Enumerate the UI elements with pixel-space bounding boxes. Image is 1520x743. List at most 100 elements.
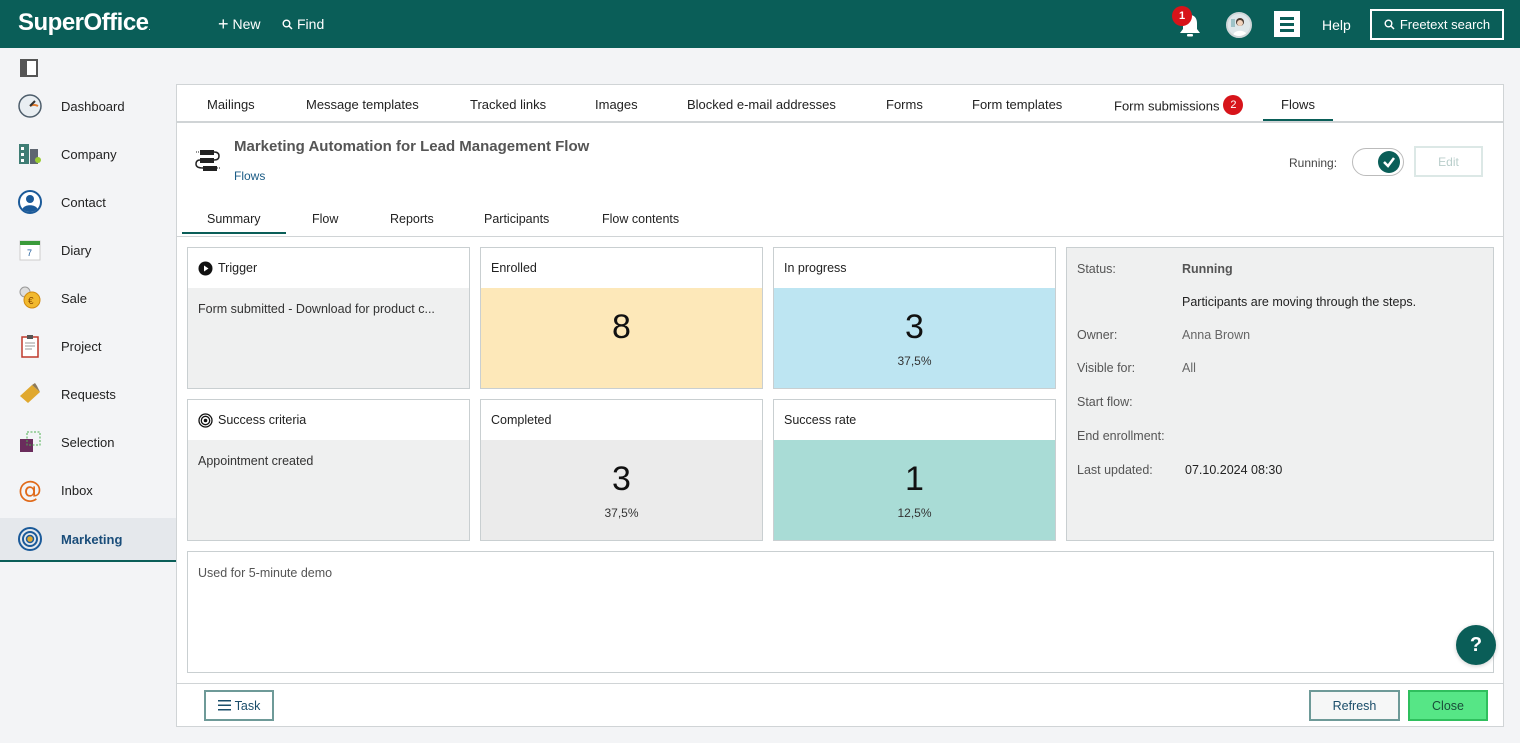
- tab-form-templates[interactable]: Form templates: [972, 97, 1062, 112]
- edit-button[interactable]: Edit: [1414, 146, 1483, 177]
- avatar-person-icon: [1228, 14, 1250, 36]
- contact-person-icon: [18, 190, 42, 214]
- success-criteria-text: Appointment created: [198, 454, 314, 468]
- selection-icon: [20, 431, 41, 452]
- subtab-summary[interactable]: Summary: [181, 212, 288, 234]
- tab-forms[interactable]: Forms: [886, 97, 923, 112]
- task-button[interactable]: Task: [204, 690, 274, 721]
- end-enrollment-label: End enrollment:: [1077, 429, 1165, 443]
- svg-text:7: 7: [27, 248, 32, 258]
- subtab-reports[interactable]: Reports: [390, 212, 434, 226]
- tab-blocked-email-addresses[interactable]: Blocked e-mail addresses: [687, 97, 836, 112]
- inbox-at-icon: @: [18, 478, 42, 502]
- running-label: Running:: [1289, 156, 1338, 170]
- project-clipboard-icon: [21, 335, 39, 358]
- in-progress-percent: 37,5%: [897, 354, 932, 368]
- notification-badge: 1: [1172, 6, 1192, 26]
- new-button[interactable]: + New: [218, 14, 261, 34]
- target-icon: [198, 412, 213, 428]
- sidebar-item-dashboard[interactable]: Dashboard: [0, 84, 176, 128]
- sidebar-item-diary[interactable]: 7 Diary: [0, 228, 176, 272]
- status-description: Participants are moving through the step…: [1182, 295, 1417, 309]
- freetext-search-button[interactable]: Freetext search: [1370, 9, 1504, 40]
- sidebar: Dashboard Company Contact 7 Diary € Sale…: [0, 48, 176, 743]
- running-toggle[interactable]: [1352, 148, 1404, 176]
- subtab-flow[interactable]: Flow: [312, 212, 338, 226]
- success-rate-card: Success rate 1 12,5%: [773, 399, 1056, 541]
- completed-body: 3 37,5%: [481, 440, 762, 540]
- form-submissions-badge: 2: [1223, 95, 1244, 115]
- last-updated-label: Last updated:: [1077, 463, 1153, 477]
- main-menu-button[interactable]: [1274, 11, 1300, 37]
- success-criteria-card: Success criteria Appointment created: [187, 399, 470, 541]
- marketing-tabs: Mailings Message templates Tracked links…: [177, 85, 1503, 123]
- plus-icon: +: [218, 14, 229, 34]
- flows-breadcrumb-link[interactable]: Flows: [234, 169, 265, 183]
- help-fab-button[interactable]: ?: [1456, 625, 1496, 665]
- flow-details: Status: Running Participants are moving …: [1066, 247, 1494, 541]
- tab-images[interactable]: Images: [595, 97, 638, 112]
- help-link[interactable]: Help: [1322, 17, 1351, 33]
- trigger-body: Form submitted - Download for product c.…: [188, 288, 469, 388]
- sidebar-item-sale[interactable]: € Sale: [0, 276, 176, 320]
- sidebar-item-marketing[interactable]: Marketing: [0, 518, 176, 562]
- success-rate-value: 1: [905, 460, 924, 498]
- company-building-icon: [19, 144, 41, 164]
- visible-for-label: Visible for:: [1077, 361, 1136, 375]
- tab-message-templates[interactable]: Message templates: [306, 97, 419, 112]
- sidebar-item-inbox[interactable]: @ Inbox: [0, 468, 176, 512]
- start-flow-label: Start flow:: [1077, 395, 1133, 409]
- in-progress-body: 3 37,5%: [774, 288, 1055, 388]
- sidebar-item-company[interactable]: Company: [0, 132, 176, 176]
- subtab-participants[interactable]: Participants: [484, 212, 549, 226]
- completed-value: 3: [612, 460, 631, 498]
- refresh-button[interactable]: Refresh: [1309, 690, 1400, 721]
- search-icon: [1384, 19, 1395, 30]
- sale-coin-icon: €: [19, 286, 41, 309]
- in-progress-value: 3: [905, 308, 924, 346]
- checkmark-icon: [1383, 157, 1395, 168]
- tab-tracked-links[interactable]: Tracked links: [470, 97, 546, 112]
- flow-subtabs: Summary Flow Reports Participants Flow c…: [177, 207, 1503, 237]
- find-button[interactable]: Find: [282, 16, 324, 32]
- sidebar-item-contact[interactable]: Contact: [0, 180, 176, 224]
- close-button[interactable]: Close: [1408, 690, 1488, 721]
- trigger-text: Form submitted - Download for product c.…: [198, 302, 435, 316]
- tab-form-submissions[interactable]: Form submissions 2: [1114, 95, 1244, 117]
- in-progress-card: In progress 3 37,5%: [773, 247, 1056, 389]
- svg-text:€: €: [28, 296, 34, 307]
- diary-calendar-icon: 7: [19, 240, 41, 261]
- enrolled-card: Enrolled 8: [480, 247, 763, 389]
- trigger-card: Trigger Form submitted - Download for pr…: [187, 247, 470, 389]
- superoffice-logo[interactable]: SuperOffice.: [18, 9, 151, 37]
- flow-panel: Mailings Message templates Tracked links…: [176, 84, 1504, 727]
- marketing-target-icon: [18, 527, 42, 551]
- sidebar-item-selection[interactable]: Selection: [0, 420, 176, 464]
- tab-mailings[interactable]: Mailings: [207, 97, 255, 112]
- sidebar-item-requests[interactable]: Requests: [0, 372, 176, 416]
- visible-for-value: All: [1182, 361, 1196, 375]
- flow-icon: [195, 150, 221, 171]
- notes-area[interactable]: Used for 5-minute demo: [187, 551, 1494, 673]
- sidebar-item-project[interactable]: Project: [0, 324, 176, 368]
- user-avatar[interactable]: [1226, 12, 1252, 38]
- dashboard-gauge-icon: [18, 94, 42, 118]
- search-icon: [282, 19, 293, 30]
- sidebar-toggle-icon[interactable]: [20, 59, 38, 77]
- status-label: Status:: [1077, 262, 1116, 276]
- status-value: Running: [1182, 262, 1233, 276]
- completed-percent: 37,5%: [604, 506, 639, 520]
- subtab-flow-contents[interactable]: Flow contents: [602, 212, 679, 226]
- completed-card: Completed 3 37,5%: [480, 399, 763, 541]
- toggle-knob: [1378, 151, 1400, 173]
- svg-text:@: @: [18, 478, 42, 502]
- tab-flows[interactable]: Flows: [1263, 97, 1333, 121]
- flow-title: Marketing Automation for Lead Management…: [234, 138, 590, 155]
- top-bar: SuperOffice. + New Find 1 Help Freetext …: [0, 0, 1520, 48]
- menu-lines-icon: [217, 700, 231, 711]
- panel-footer: Task Refresh Close: [177, 683, 1503, 726]
- last-updated-value: 07.10.2024 08:30: [1185, 463, 1283, 477]
- play-circle-icon: [198, 261, 213, 275]
- owner-label: Owner:: [1077, 328, 1118, 342]
- owner-value: Anna Brown: [1182, 328, 1251, 342]
